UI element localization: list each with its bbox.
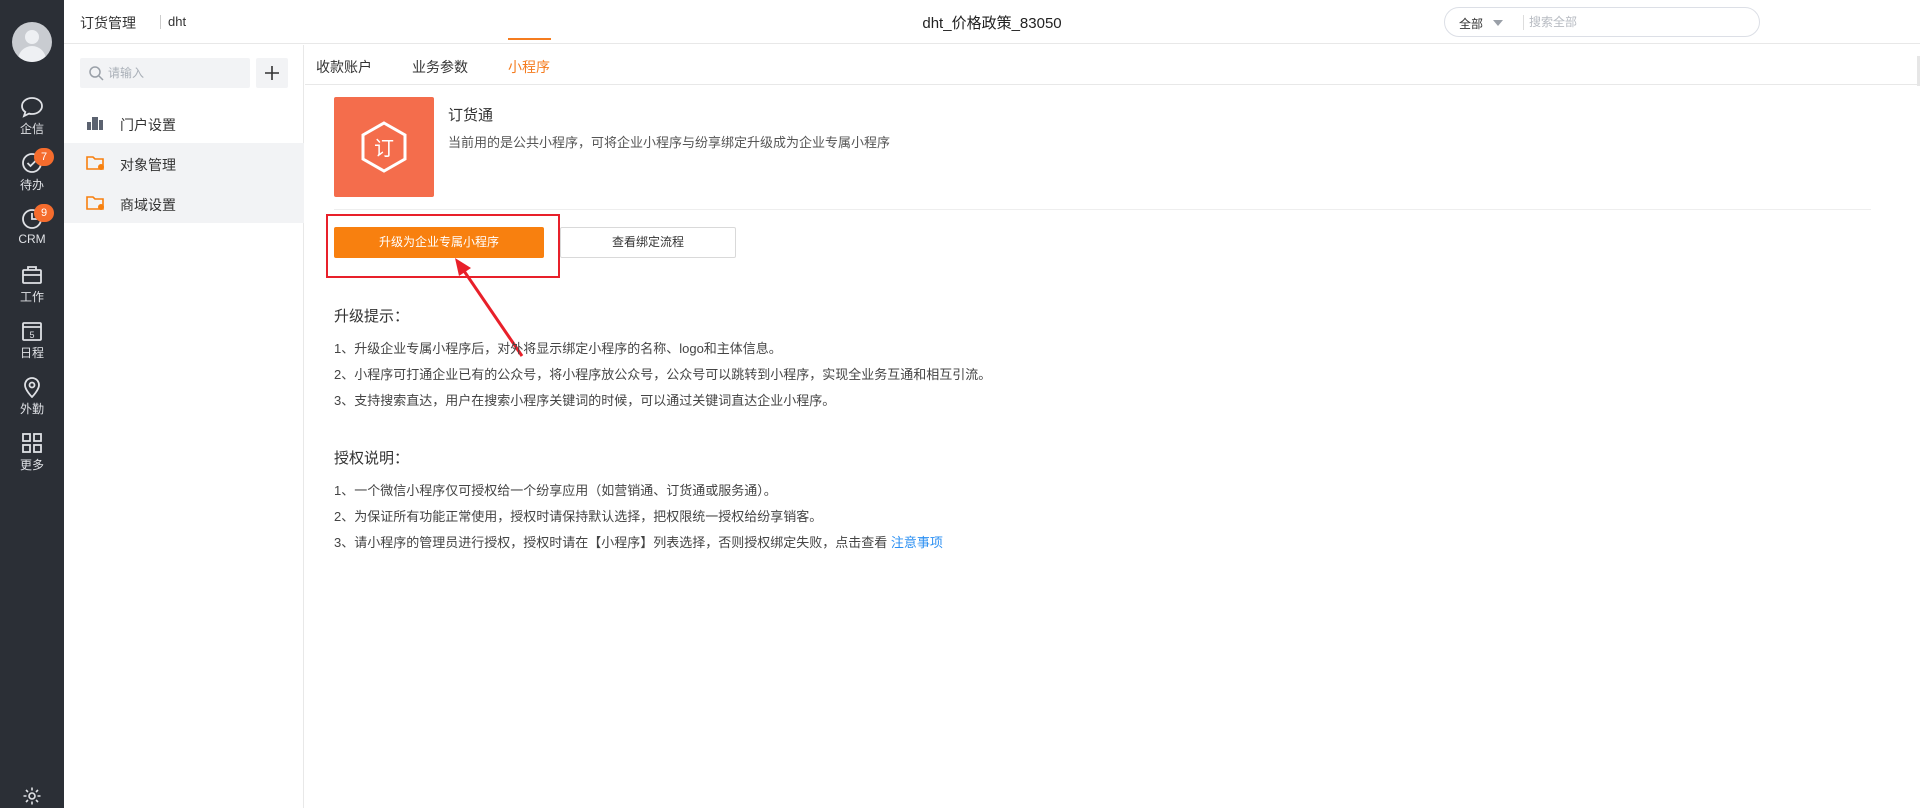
- plus-icon: [265, 66, 279, 80]
- sidebar-item-objects[interactable]: 对象管理: [64, 143, 304, 183]
- location-pin-icon: [24, 377, 40, 398]
- tab-payment-account[interactable]: 收款账户: [316, 57, 372, 77]
- rail-label: 更多: [19, 458, 44, 472]
- settings-gear-icon[interactable]: [22, 786, 42, 806]
- auth-note-line: 1、一个微信小程序仅可授权给一个纷享应用（如营销通、订货通或服务通）。: [334, 483, 777, 498]
- rail-item-crm[interactable]: CRM 9: [0, 204, 64, 256]
- todo-count-badge: 7: [34, 148, 54, 166]
- chevron-down-icon[interactable]: [1493, 20, 1503, 26]
- chat-icon: [21, 97, 43, 118]
- folder-gear-icon: [86, 156, 104, 170]
- sidebar-item-commerce[interactable]: 商域设置: [64, 183, 304, 223]
- rail-label: CRM: [18, 232, 46, 246]
- rail-item-work[interactable]: 工作: [0, 260, 64, 312]
- view-binding-flow-button[interactable]: 查看绑定流程: [560, 227, 736, 258]
- rail-item-chat[interactable]: 企信: [0, 92, 64, 144]
- miniprogram-description: 当前用的是公共小程序，可将企业小程序与纷享绑定升级成为企业专属小程序: [448, 135, 891, 150]
- avatar[interactable]: [12, 22, 52, 62]
- rail-label: 待办: [19, 178, 44, 192]
- upgrade-miniprogram-button[interactable]: 升级为企业专属小程序: [334, 227, 544, 258]
- miniprogram-name: 订货通: [448, 107, 494, 124]
- active-tab-indicator: [508, 38, 551, 40]
- rail-label: 外勤: [19, 402, 44, 416]
- sidebar-item-portal[interactable]: 门户设置: [64, 103, 304, 143]
- rail-item-field[interactable]: 外勤: [0, 372, 64, 424]
- sidebar-filter[interactable]: [80, 58, 250, 88]
- settings-sidebar: 门户设置 对象管理 商域设置: [64, 45, 304, 808]
- calendar-icon: 5: [22, 322, 42, 341]
- notes-link[interactable]: 注意事项: [891, 535, 943, 550]
- upgrade-tip-line: 1、升级企业专属小程序后，对外将显示绑定小程序的名称、logo和主体信息。: [334, 341, 782, 356]
- add-button[interactable]: [256, 58, 288, 88]
- grid-icon: [22, 433, 42, 453]
- miniprogram-logo: 订: [334, 97, 434, 197]
- rail-item-more[interactable]: 更多: [0, 428, 64, 480]
- sidebar-item-label: 对象管理: [120, 157, 176, 173]
- sidebar-item-label: 门户设置: [120, 117, 176, 133]
- hexagon-logo-icon: 订: [361, 121, 407, 173]
- svg-text:5: 5: [29, 330, 34, 340]
- search-scope-select[interactable]: 全部: [1459, 15, 1483, 32]
- auth-note-line-3: 3、请小程序的管理员进行授权，授权时请在【小程序】列表选择，否则授权绑定失败，点…: [334, 532, 943, 551]
- building-icon: [87, 117, 103, 130]
- header-divider: [160, 15, 161, 29]
- search-input[interactable]: [1529, 11, 1749, 33]
- tab-business-params[interactable]: 业务参数: [412, 57, 468, 77]
- upgrade-tips-title: 升级提示：: [334, 308, 410, 325]
- left-rail: 企信 待办 7 CRM 9 工作 5 日程 外勤 更多: [0, 0, 64, 808]
- rail-label: 工作: [19, 290, 44, 304]
- sidebar-item-label: 商域设置: [120, 197, 176, 213]
- rail-label: 日程: [19, 346, 44, 360]
- folder-gear-icon: [86, 196, 104, 210]
- rail-item-todo[interactable]: 待办 7: [0, 148, 64, 200]
- sidebar-filter-input[interactable]: [108, 62, 244, 84]
- upgrade-tip-line: 3、支持搜索直达，用户在搜索小程序关键词的时候，可以通过关键词直达企业小程序。: [334, 393, 836, 408]
- app-subtitle: dht: [168, 14, 187, 29]
- rail-item-schedule[interactable]: 5 日程: [0, 316, 64, 368]
- app-title[interactable]: 订货管理: [80, 13, 136, 33]
- auth-notes-title: 授权说明：: [334, 450, 410, 467]
- auth-note-line: 2、为保证所有功能正常使用，授权时请保持默认选择，把权限统一授权给纷享销客。: [334, 509, 823, 524]
- global-search[interactable]: 全部: [1444, 7, 1760, 37]
- svg-text:订: 订: [374, 136, 394, 160]
- rail-label: 企信: [19, 122, 44, 136]
- divider: [334, 209, 1871, 210]
- search-divider: [1523, 15, 1524, 30]
- upgrade-tip-line: 2、小程序可打通企业已有的公众号，将小程序放公众号，公众号可以跳转到小程序，实现…: [334, 367, 992, 382]
- tab-bar: 收款账户 业务参数 小程序: [305, 45, 1920, 85]
- top-header: 订货管理 dht dht_价格政策_83050 全部: [64, 0, 1920, 44]
- tab-miniprogram[interactable]: 小程序: [508, 57, 550, 77]
- auth-note-text: 3、请小程序的管理员进行授权，授权时请在【小程序】列表选择，否则授权绑定失败，点…: [334, 535, 891, 550]
- crm-count-badge: 9: [34, 204, 54, 222]
- briefcase-icon: [22, 266, 42, 284]
- search-icon: [89, 66, 104, 81]
